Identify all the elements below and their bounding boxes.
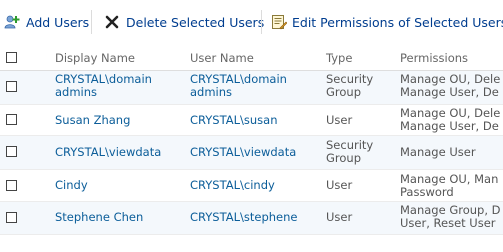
type-cell: User [326, 210, 353, 224]
table-row: CRYSTAL\viewdata CRYSTAL\viewdata Securi… [0, 136, 503, 170]
permissions-line: Manage User, De [400, 119, 499, 133]
add-users-button[interactable]: Add Users [4, 12, 89, 32]
user-name-line: admins [190, 85, 233, 99]
table-row: Stephene Chen CRYSTAL\stephene User Mana… [0, 202, 503, 235]
table-row: Cindy CRYSTAL\cindy User Manage OU, Man … [0, 170, 503, 202]
row-checkbox[interactable] [6, 81, 17, 92]
table-row: Susan Zhang CRYSTAL\susan User Manage OU… [0, 105, 503, 136]
display-name-link[interactable]: Susan Zhang [55, 114, 130, 127]
permissions-line: Password [400, 185, 454, 199]
row-checkbox[interactable] [6, 114, 17, 125]
toolbar: Add Users Delete Selected Users Edit Per… [0, 0, 503, 45]
edit-permissions-label: Edit Permissions of Selected Users [292, 14, 503, 30]
permissions-cell: Manage OU, Dele Manage User, De [400, 107, 500, 133]
table-row: CRYSTAL\domain admins CRYSTAL\domain adm… [0, 71, 503, 105]
type-cell: Security Group [326, 73, 373, 99]
display-name-link[interactable]: CRYSTAL\domain admins [55, 73, 152, 99]
type-cell: User [326, 113, 353, 127]
user-name-link[interactable]: CRYSTAL\susan [190, 114, 278, 127]
display-name-link[interactable]: Stephene Chen [55, 211, 143, 224]
display-name-link[interactable]: CRYSTAL\viewdata [55, 146, 161, 159]
toolbar-separator [261, 10, 262, 34]
row-checkbox[interactable] [6, 212, 17, 223]
toolbar-separator [91, 10, 92, 34]
select-all-checkbox[interactable] [6, 52, 17, 63]
permissions-cell: Manage User [400, 145, 476, 159]
user-name-link[interactable]: CRYSTAL\viewdata [190, 146, 296, 159]
permissions-line: User, Reset User [400, 216, 496, 230]
display-name-line: admins [55, 85, 98, 99]
column-header-user-name[interactable]: User Name [190, 51, 254, 65]
type-line: Group [326, 151, 362, 165]
column-header-permissions[interactable]: Permissions [400, 51, 468, 65]
user-name-link[interactable]: CRYSTAL\cindy [190, 179, 275, 192]
add-users-label: Add Users [26, 14, 90, 30]
permissions-line: Manage User, De [400, 85, 499, 99]
permissions-cell: Manage Group, D User, Reset User [400, 204, 501, 230]
display-name-link[interactable]: Cindy [55, 179, 88, 192]
user-name-link[interactable]: CRYSTAL\stephene [190, 211, 298, 224]
delete-selected-users-label: Delete Selected Users [126, 14, 265, 30]
delete-x-icon [105, 15, 119, 29]
user-name-link[interactable]: CRYSTAL\domain admins [190, 73, 287, 99]
edit-permissions-button[interactable]: Edit Permissions of Selected Users [271, 12, 503, 32]
table-header: Display Name User Name Type Permissions [0, 44, 503, 71]
type-line: Group [326, 85, 362, 99]
permissions-cell: Manage OU, Dele Manage User, De [400, 73, 500, 99]
row-checkbox[interactable] [6, 180, 17, 191]
add-users-icon [4, 15, 20, 29]
permissions-cell: Manage OU, Man Password [400, 173, 498, 199]
type-cell: Security Group [326, 139, 373, 165]
column-header-display-name[interactable]: Display Name [55, 51, 135, 65]
row-checkbox[interactable] [6, 146, 17, 157]
delete-selected-users-button[interactable]: Delete Selected Users [105, 12, 264, 32]
edit-permissions-icon [272, 15, 287, 30]
column-header-type[interactable]: Type [326, 51, 352, 65]
type-cell: User [326, 178, 353, 192]
